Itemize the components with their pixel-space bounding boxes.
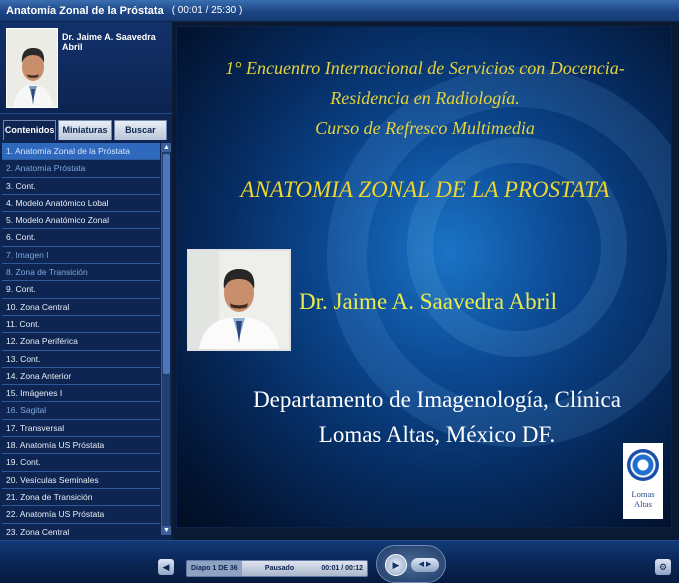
slide-time: 00:01 / 00:12 (321, 565, 363, 572)
volume-icon[interactable]: ◀ (158, 559, 174, 575)
list-item[interactable]: 17. Transversal (2, 420, 160, 438)
logo-text-line: Altas (634, 499, 652, 509)
list-item[interactable]: 16. Sagital (2, 402, 160, 420)
slide-heading: 1° Encuentro Internacional de Servicios … (177, 53, 671, 143)
logo-mark-icon (627, 449, 659, 481)
scroll-thumb[interactable] (163, 154, 170, 374)
playback-state: Pausado (264, 565, 295, 572)
department-line: Departamento de Imagenología, Clínica (253, 387, 621, 412)
list-item[interactable]: 20. Vesículas Seminales (2, 472, 160, 489)
list-item[interactable]: 3. Cont. (2, 178, 160, 195)
tab-buscar[interactable]: Buscar (113, 120, 167, 140)
list-item[interactable]: 22. Anatomía US Próstata (2, 506, 160, 524)
presenter-panel: Dr. Jaime A. Saavedra Abril (0, 22, 172, 114)
list-item[interactable]: 5. Modelo Anatómico Zonal (2, 212, 160, 230)
player-controls: ◀ Diapo 1 DE 36 Pausado 00:01 / 00:12 ▶ … (0, 540, 679, 583)
list-item[interactable]: 10. Zona Central (2, 299, 160, 316)
background-swirl (407, 137, 627, 357)
sidebar: Dr. Jaime A. Saavedra Abril Contenidos M… (0, 22, 172, 540)
heading-line: Curso de Refresco Multimedia (315, 118, 535, 138)
logo-text: Lomas Altas (623, 489, 663, 509)
list-item[interactable]: 13. Cont. (2, 351, 160, 368)
department-line: Lomas Altas, México DF. (318, 422, 556, 447)
list-item[interactable]: 8. Zona de Transición (2, 264, 160, 282)
list-item[interactable]: 21. Zona de Transición (2, 489, 160, 507)
lomas-altas-logo: Lomas Altas (623, 443, 663, 519)
presenter-photo (6, 28, 58, 108)
list-item[interactable]: 6. Cont. (2, 229, 160, 247)
window-title: Anatomía Zonal de la Próstata (6, 4, 164, 17)
heading-line: Residencia en Radiología. (330, 88, 520, 108)
list-item[interactable]: 23. Zona Central (2, 524, 160, 535)
list-item[interactable]: 7. Imagen I (2, 247, 160, 265)
play-button[interactable]: ▶ (385, 554, 407, 576)
slide-counter: Diapo 1 DE 36 (187, 561, 242, 576)
tab-contenidos[interactable]: Contenidos (3, 120, 57, 140)
tab-bar: Contenidos Miniaturas Buscar (0, 120, 172, 140)
outline-scrollbar[interactable]: ▲ ▼ (161, 143, 171, 535)
slide-presenter-photo (187, 249, 291, 351)
scroll-down-icon[interactable]: ▼ (162, 526, 171, 535)
title-bar: Anatomía Zonal de la Próstata ( 00:01 / … (0, 0, 679, 22)
list-item[interactable]: 11. Cont. (2, 316, 160, 334)
list-item[interactable]: 18. Anatomía US Próstata (2, 437, 160, 455)
tab-miniaturas[interactable]: Miniaturas (58, 120, 112, 140)
list-item[interactable]: 9. Cont. (2, 281, 160, 299)
presenter-name: Dr. Jaime A. Saavedra Abril (62, 32, 156, 52)
slide-presenter-name: Dr. Jaime A. Saavedra Abril (299, 289, 558, 314)
slide-department: Departamento de Imagenología, Clínica Lo… (217, 382, 657, 452)
list-item[interactable]: 12. Zona Periférica (2, 333, 160, 351)
slide-topic: ANATOMIA ZONAL DE LA PROSTATA (240, 177, 610, 202)
heading-line: 1° Encuentro Internacional de Servicios … (225, 58, 625, 78)
outline-list: 1. Anatomía Zonal de la Próstata 2. Anat… (2, 143, 160, 535)
playback-controls: ▶ ◀ ▶ (376, 545, 446, 583)
prev-next-buttons[interactable]: ◀ ▶ (411, 558, 439, 572)
list-item[interactable]: 1. Anatomía Zonal de la Próstata (2, 143, 160, 161)
list-item[interactable]: 2. Anatomía Próstata (2, 160, 160, 178)
list-item[interactable]: 19. Cont. (2, 454, 160, 472)
list-item[interactable]: 14. Zona Anterior (2, 368, 160, 386)
logo-text-line: Lomas (631, 489, 655, 499)
slide-view: 1° Encuentro Internacional de Servicios … (176, 26, 672, 528)
total-time: ( 00:01 / 25:30 ) (171, 5, 243, 16)
settings-icon[interactable]: ⚙ (655, 559, 671, 575)
status-bar: Diapo 1 DE 36 Pausado 00:01 / 00:12 (186, 560, 368, 577)
list-item[interactable]: 4. Modelo Anatómico Lobal (2, 195, 160, 213)
list-item[interactable]: 15. Imágenes I (2, 385, 160, 403)
scroll-up-icon[interactable]: ▲ (162, 143, 171, 152)
